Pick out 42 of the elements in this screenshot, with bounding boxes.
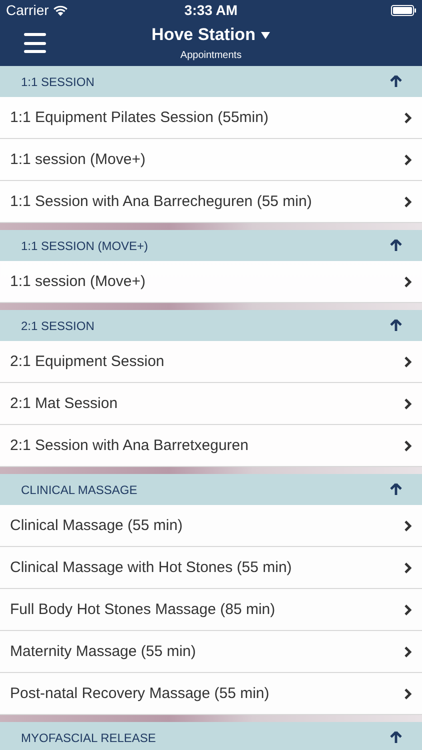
up-arrow-icon [390, 319, 402, 332]
chevron-right-icon [404, 112, 412, 124]
list-item[interactable]: Post-natal Recovery Massage (55 min) [0, 673, 422, 715]
list-item[interactable]: 1:1 Session with Ana Barrecheguren (55 min) [0, 181, 422, 223]
list-item[interactable]: Clinical Massage with Hot Stones (55 min) [0, 547, 422, 589]
location-dropdown[interactable]: Hove Station [152, 25, 270, 45]
list-item[interactable]: Maternity Massage (55 min) [0, 631, 422, 673]
wifi-icon [52, 4, 68, 16]
chevron-right-icon [404, 356, 412, 368]
menu-button[interactable] [24, 33, 48, 53]
chevron-right-icon [404, 562, 412, 574]
section-header[interactable]: 2:1 SESSION [0, 310, 422, 341]
chevron-right-icon [404, 196, 412, 208]
list-item[interactable]: 2:1 Session with Ana Barretxeguren [0, 425, 422, 467]
up-arrow-icon [390, 731, 402, 744]
chevron-right-icon [404, 520, 412, 532]
up-arrow-icon [390, 239, 402, 252]
chevron-right-icon [404, 688, 412, 700]
section-header[interactable]: 1:1 SESSION [0, 66, 422, 97]
dropdown-triangle-icon [261, 32, 270, 38]
chevron-right-icon [404, 646, 412, 658]
up-arrow-icon [390, 75, 402, 88]
nav-subtitle: Appointments [180, 50, 242, 61]
list-item[interactable]: 2:1 Mat Session [0, 383, 422, 425]
list-item[interactable]: 1:1 session (Move+) [0, 261, 422, 303]
chevron-right-icon [404, 398, 412, 410]
battery-icon [391, 4, 416, 16]
chevron-right-icon [404, 154, 412, 166]
chevron-right-icon [404, 440, 412, 452]
list-item[interactable]: Clinical Massage (55 min) [0, 505, 422, 547]
up-arrow-icon [390, 483, 402, 496]
chevron-right-icon [404, 276, 412, 288]
section-header[interactable]: 1:1 SESSION (MOVE+) [0, 230, 422, 261]
section-header[interactable]: MYOFASCIAL RELEASE [0, 722, 422, 750]
carrier-label: Carrier [6, 2, 49, 18]
section-header[interactable]: CLINICAL MASSAGE [0, 474, 422, 505]
list-item[interactable]: 1:1 Equipment Pilates Session (55min) [0, 97, 422, 139]
status-time: 3:33 AM [184, 2, 238, 18]
list-item[interactable]: 1:1 session (Move+) [0, 139, 422, 181]
list-item[interactable]: Full Body Hot Stones Massage (85 min) [0, 589, 422, 631]
chevron-right-icon [404, 604, 412, 616]
list-item[interactable]: 2:1 Equipment Session [0, 341, 422, 383]
